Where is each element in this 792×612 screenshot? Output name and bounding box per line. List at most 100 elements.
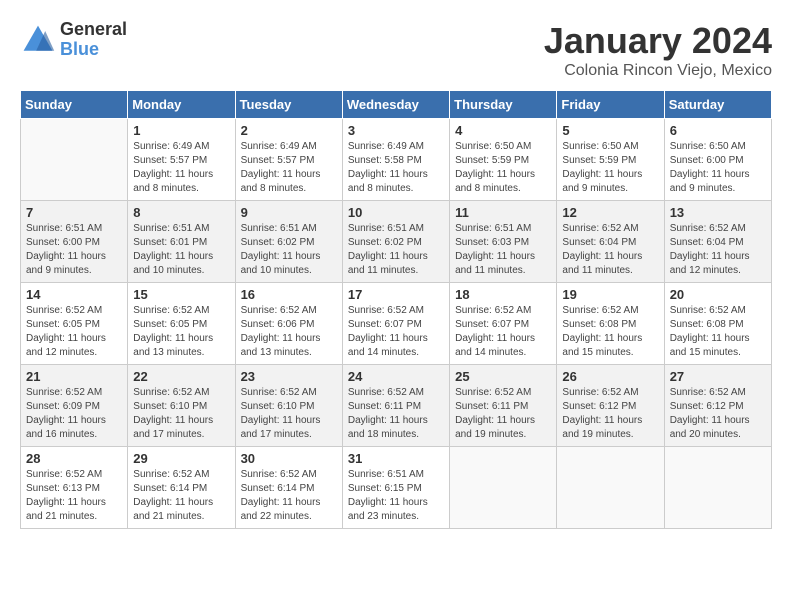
weekday-header: Thursday <box>450 91 557 119</box>
day-number: 31 <box>348 451 444 466</box>
day-info: Sunrise: 6:52 AM Sunset: 6:08 PM Dayligh… <box>562 304 658 360</box>
weekday-header: Wednesday <box>342 91 449 119</box>
day-info: Sunrise: 6:52 AM Sunset: 6:11 PM Dayligh… <box>348 386 444 442</box>
day-info: Sunrise: 6:52 AM Sunset: 6:14 PM Dayligh… <box>133 468 229 524</box>
logo: General Blue <box>20 20 127 60</box>
day-info: Sunrise: 6:52 AM Sunset: 6:12 PM Dayligh… <box>562 386 658 442</box>
calendar-day-cell: 27 Sunrise: 6:52 AM Sunset: 6:12 PM Dayli… <box>664 365 771 447</box>
day-number: 27 <box>670 369 766 384</box>
calendar-day-cell: 15 Sunrise: 6:52 AM Sunset: 6:05 PM Dayli… <box>128 283 235 365</box>
day-info: Sunrise: 6:51 AM Sunset: 6:02 PM Dayligh… <box>348 222 444 278</box>
day-number: 28 <box>26 451 122 466</box>
day-number: 19 <box>562 287 658 302</box>
day-info: Sunrise: 6:52 AM Sunset: 6:10 PM Dayligh… <box>133 386 229 442</box>
day-number: 22 <box>133 369 229 384</box>
day-info: Sunrise: 6:52 AM Sunset: 6:10 PM Dayligh… <box>241 386 337 442</box>
day-info: Sunrise: 6:52 AM Sunset: 6:05 PM Dayligh… <box>133 304 229 360</box>
day-info: Sunrise: 6:52 AM Sunset: 6:07 PM Dayligh… <box>455 304 551 360</box>
day-number: 18 <box>455 287 551 302</box>
calendar-day-cell: 9 Sunrise: 6:51 AM Sunset: 6:02 PM Daylig… <box>235 201 342 283</box>
calendar-day-cell: 3 Sunrise: 6:49 AM Sunset: 5:58 PM Daylig… <box>342 119 449 201</box>
calendar-header-row: SundayMondayTuesdayWednesdayThursdayFrid… <box>21 91 772 119</box>
day-info: Sunrise: 6:51 AM Sunset: 6:03 PM Dayligh… <box>455 222 551 278</box>
day-number: 16 <box>241 287 337 302</box>
calendar-day-cell <box>21 119 128 201</box>
calendar-day-cell: 30 Sunrise: 6:52 AM Sunset: 6:14 PM Dayli… <box>235 447 342 529</box>
calendar-table: SundayMondayTuesdayWednesdayThursdayFrid… <box>20 90 772 529</box>
location-title: Colonia Rincon Viejo, Mexico <box>544 62 772 80</box>
calendar-day-cell <box>557 447 664 529</box>
calendar-day-cell: 5 Sunrise: 6:50 AM Sunset: 5:59 PM Daylig… <box>557 119 664 201</box>
day-info: Sunrise: 6:51 AM Sunset: 6:15 PM Dayligh… <box>348 468 444 524</box>
calendar-day-cell: 12Sunrise: 6:52 AM Sunset: 6:04 PM Dayli… <box>557 201 664 283</box>
logo-blue-text: Blue <box>60 40 127 60</box>
calendar-week-row: 21 Sunrise: 6:52 AM Sunset: 6:09 PM Dayli… <box>21 365 772 447</box>
day-number: 6 <box>670 123 766 138</box>
day-info: Sunrise: 6:52 AM Sunset: 6:05 PM Dayligh… <box>26 304 122 360</box>
day-info: Sunrise: 6:49 AM Sunset: 5:58 PM Dayligh… <box>348 140 444 196</box>
weekday-header: Friday <box>557 91 664 119</box>
day-number: 7 <box>26 205 122 220</box>
day-info: Sunrise: 6:52 AM Sunset: 6:14 PM Dayligh… <box>241 468 337 524</box>
weekday-header: Saturday <box>664 91 771 119</box>
day-info: Sunrise: 6:51 AM Sunset: 6:01 PM Dayligh… <box>133 222 229 278</box>
day-number: 13 <box>670 205 766 220</box>
day-info: Sunrise: 6:50 AM Sunset: 5:59 PM Dayligh… <box>562 140 658 196</box>
page-header: General Blue January 2024 Colonia Rincon… <box>20 20 772 80</box>
month-title: January 2024 <box>544 20 772 62</box>
calendar-day-cell: 14 Sunrise: 6:52 AM Sunset: 6:05 PM Dayli… <box>21 283 128 365</box>
day-info: Sunrise: 6:52 AM Sunset: 6:07 PM Dayligh… <box>348 304 444 360</box>
day-number: 8 <box>133 205 229 220</box>
day-number: 23 <box>241 369 337 384</box>
title-block: January 2024 Colonia Rincon Viejo, Mexic… <box>544 20 772 80</box>
calendar-day-cell: 11Sunrise: 6:51 AM Sunset: 6:03 PM Dayli… <box>450 201 557 283</box>
calendar-day-cell <box>450 447 557 529</box>
calendar-day-cell: 10 Sunrise: 6:51 AM Sunset: 6:02 PM Dayli… <box>342 201 449 283</box>
day-number: 21 <box>26 369 122 384</box>
day-number: 5 <box>562 123 658 138</box>
weekday-header: Sunday <box>21 91 128 119</box>
day-info: Sunrise: 6:52 AM Sunset: 6:08 PM Dayligh… <box>670 304 766 360</box>
calendar-day-cell: 7Sunrise: 6:51 AM Sunset: 6:00 PM Daylig… <box>21 201 128 283</box>
calendar-day-cell: 24 Sunrise: 6:52 AM Sunset: 6:11 PM Dayli… <box>342 365 449 447</box>
calendar-day-cell: 23 Sunrise: 6:52 AM Sunset: 6:10 PM Dayli… <box>235 365 342 447</box>
calendar-day-cell: 20 Sunrise: 6:52 AM Sunset: 6:08 PM Dayli… <box>664 283 771 365</box>
day-number: 4 <box>455 123 551 138</box>
day-number: 14 <box>26 287 122 302</box>
day-info: Sunrise: 6:52 AM Sunset: 6:11 PM Dayligh… <box>455 386 551 442</box>
day-number: 24 <box>348 369 444 384</box>
day-info: Sunrise: 6:51 AM Sunset: 6:02 PM Dayligh… <box>241 222 337 278</box>
calendar-week-row: 28 Sunrise: 6:52 AM Sunset: 6:13 PM Dayli… <box>21 447 772 529</box>
logo-general-text: General <box>60 20 127 40</box>
calendar-day-cell: 19 Sunrise: 6:52 AM Sunset: 6:08 PM Dayli… <box>557 283 664 365</box>
calendar-day-cell: 8 Sunrise: 6:51 AM Sunset: 6:01 PM Daylig… <box>128 201 235 283</box>
calendar-day-cell: 4 Sunrise: 6:50 AM Sunset: 5:59 PM Daylig… <box>450 119 557 201</box>
calendar-week-row: 1Sunrise: 6:49 AM Sunset: 5:57 PM Daylig… <box>21 119 772 201</box>
calendar-day-cell: 26Sunrise: 6:52 AM Sunset: 6:12 PM Dayli… <box>557 365 664 447</box>
day-info: Sunrise: 6:49 AM Sunset: 5:57 PM Dayligh… <box>241 140 337 196</box>
calendar-day-cell: 17Sunrise: 6:52 AM Sunset: 6:07 PM Dayli… <box>342 283 449 365</box>
calendar-day-cell: 31 Sunrise: 6:51 AM Sunset: 6:15 PM Dayli… <box>342 447 449 529</box>
day-info: Sunrise: 6:50 AM Sunset: 5:59 PM Dayligh… <box>455 140 551 196</box>
day-number: 10 <box>348 205 444 220</box>
day-info: Sunrise: 6:52 AM Sunset: 6:12 PM Dayligh… <box>670 386 766 442</box>
day-number: 15 <box>133 287 229 302</box>
day-info: Sunrise: 6:52 AM Sunset: 6:09 PM Dayligh… <box>26 386 122 442</box>
day-number: 3 <box>348 123 444 138</box>
day-info: Sunrise: 6:49 AM Sunset: 5:57 PM Dayligh… <box>133 140 229 196</box>
calendar-day-cell <box>664 447 771 529</box>
day-number: 2 <box>241 123 337 138</box>
calendar-day-cell: 13Sunrise: 6:52 AM Sunset: 6:04 PM Dayli… <box>664 201 771 283</box>
day-info: Sunrise: 6:52 AM Sunset: 6:13 PM Dayligh… <box>26 468 122 524</box>
calendar-day-cell: 1Sunrise: 6:49 AM Sunset: 5:57 PM Daylig… <box>128 119 235 201</box>
day-number: 30 <box>241 451 337 466</box>
weekday-header: Tuesday <box>235 91 342 119</box>
day-number: 9 <box>241 205 337 220</box>
day-number: 29 <box>133 451 229 466</box>
calendar-day-cell: 25Sunrise: 6:52 AM Sunset: 6:11 PM Dayli… <box>450 365 557 447</box>
calendar-day-cell: 16Sunrise: 6:52 AM Sunset: 6:06 PM Dayli… <box>235 283 342 365</box>
calendar-day-cell: 2 Sunrise: 6:49 AM Sunset: 5:57 PM Daylig… <box>235 119 342 201</box>
day-number: 20 <box>670 287 766 302</box>
logo-icon <box>20 22 56 58</box>
calendar-day-cell: 21 Sunrise: 6:52 AM Sunset: 6:09 PM Dayli… <box>21 365 128 447</box>
